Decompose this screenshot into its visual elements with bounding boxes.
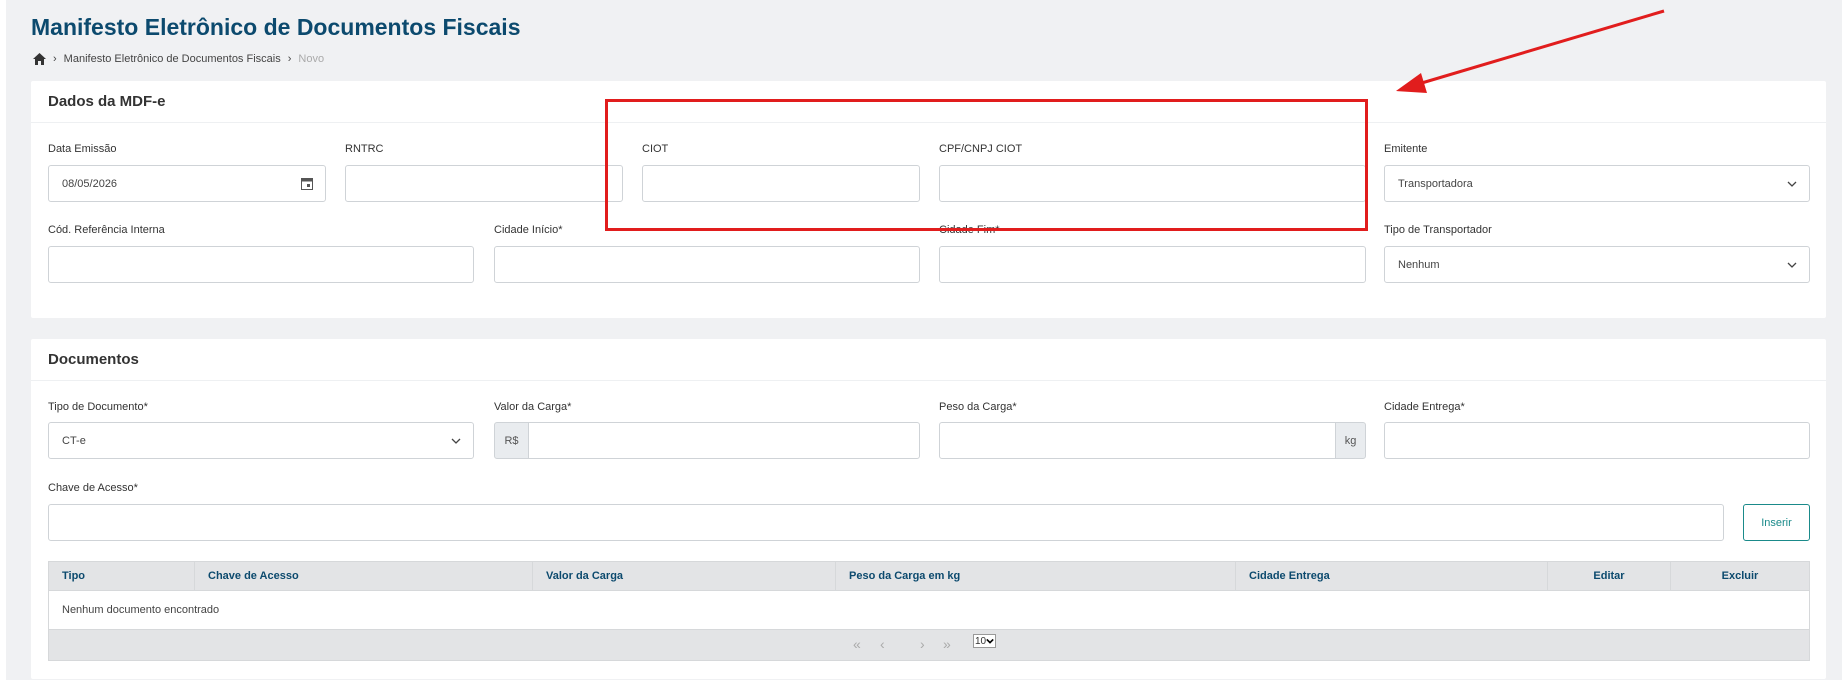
- cidade-inicio-field[interactable]: [494, 246, 920, 283]
- chave-acesso-field[interactable]: [48, 504, 1724, 541]
- chevron-right-icon: ›: [53, 53, 57, 65]
- cidade-fim-field[interactable]: [939, 246, 1366, 283]
- col-peso-carga[interactable]: Peso da Carga em kg: [836, 562, 1236, 590]
- kg-suffix: kg: [1335, 422, 1366, 459]
- emitente-label: Emitente: [1384, 143, 1428, 155]
- col-tipo[interactable]: Tipo: [49, 562, 195, 590]
- chevron-down-icon: [1787, 262, 1797, 268]
- page-title: Manifesto Eletrônico de Documentos Fisca…: [31, 14, 521, 40]
- data-emissao-value: 08/05/2026: [62, 177, 118, 190]
- page-size-select[interactable]: 10: [973, 634, 997, 648]
- valor-carga-field[interactable]: [528, 422, 920, 459]
- emitente-select[interactable]: Transportadora: [1384, 165, 1810, 202]
- cidade-entrega-label: Cidade Entrega*: [1384, 401, 1465, 413]
- chave-acesso-label: Chave de Acesso*: [48, 482, 138, 494]
- home-icon[interactable]: [33, 53, 46, 65]
- tipo-transportador-select[interactable]: Nenhum: [1384, 246, 1810, 283]
- calendar-icon[interactable]: [301, 177, 313, 190]
- rntrc-label: RNTRC: [345, 143, 384, 155]
- valor-carga-label: Valor da Carga*: [494, 401, 572, 413]
- left-edge: [0, 0, 6, 680]
- col-excluir: Excluir: [1721, 570, 1759, 582]
- chevron-right-icon: ›: [287, 53, 292, 65]
- first-page-icon[interactable]: «: [853, 636, 861, 652]
- tipo-documento-select[interactable]: CT-e: [48, 422, 474, 459]
- data-emissao-field[interactable]: 08/05/2026: [48, 165, 326, 202]
- prev-page-icon[interactable]: ‹: [880, 636, 885, 652]
- next-page-icon[interactable]: ›: [920, 636, 925, 652]
- data-emissao-label: Data Emissão: [48, 143, 117, 155]
- tipo-transportador-label: Tipo de Transportador: [1384, 224, 1492, 236]
- emitente-value: Transportadora: [1398, 177, 1473, 190]
- col-cidade-entrega[interactable]: Cidade Entrega: [1236, 562, 1548, 590]
- cod-ref-field[interactable]: [48, 246, 474, 283]
- breadcrumb-current: Novo: [298, 53, 325, 65]
- documentos-table-header: Tipo Chave de Acesso Valor da Carga Peso…: [48, 561, 1810, 591]
- annotation-arrow-icon: [1396, 9, 1665, 93]
- breadcrumb-item-mdfe[interactable]: Manifesto Eletrônico de Documentos Fisca…: [64, 53, 281, 65]
- tipo-documento-value: CT-e: [62, 434, 86, 447]
- peso-carga-field[interactable]: [939, 422, 1336, 459]
- cod-ref-label: Cód. Referência Interna: [48, 224, 165, 236]
- tipo-documento-label: Tipo de Documento*: [48, 401, 148, 413]
- documentos-card: Documentos Tipo de Documento* CT-e Valor…: [31, 339, 1826, 679]
- chevron-down-icon: [1787, 181, 1797, 187]
- last-page-icon[interactable]: »: [943, 636, 951, 652]
- page-size-value: 10: [975, 635, 987, 647]
- cidade-entrega-field[interactable]: [1384, 422, 1810, 459]
- breadcrumb: › Manifesto Eletrônico de Documentos Fis…: [33, 52, 324, 66]
- rntrc-field[interactable]: [345, 165, 623, 202]
- table-pagination: « ‹ › » 10: [48, 629, 1810, 661]
- annotation-highlight-box: [605, 99, 1368, 231]
- peso-carga-label: Peso da Carga*: [939, 401, 1017, 413]
- col-valor-carga[interactable]: Valor da Carga: [533, 562, 836, 590]
- col-editar: Editar: [1548, 562, 1671, 590]
- chevron-down-icon: [451, 438, 461, 444]
- inserir-button[interactable]: Inserir: [1743, 504, 1810, 541]
- currency-prefix: R$: [494, 422, 529, 459]
- col-chave-acesso[interactable]: Chave de Acesso: [195, 562, 533, 590]
- cidade-inicio-label: Cidade Início*: [494, 224, 563, 236]
- chevron-down-icon: [986, 638, 994, 644]
- table-empty-row: Nenhum documento encontrado: [48, 591, 1810, 629]
- documentos-title: Documentos: [31, 339, 1826, 381]
- tipo-transportador-value: Nenhum: [1398, 258, 1440, 271]
